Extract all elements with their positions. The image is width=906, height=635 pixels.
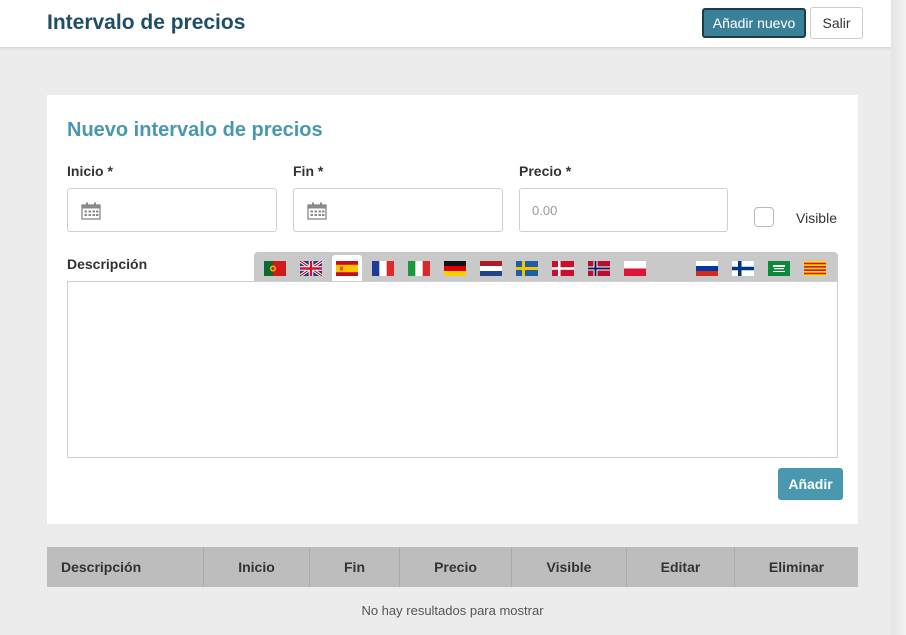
start-label: Inicio * [67,163,113,179]
empty-table-message: No hay resultados para mostrar [361,603,544,618]
top-bar: Intervalo de precios Añadir nuevo Salir [0,0,891,48]
calendar-icon [307,202,327,220]
germany-flag-icon [444,260,466,276]
exit-button[interactable]: Salir [810,7,863,39]
tab-language-es[interactable] [332,255,362,281]
netherlands-flag-icon [480,260,502,276]
column-header-end[interactable]: Fin [310,547,400,587]
denmark-flag-icon [552,260,574,276]
description-textarea[interactable] [67,281,838,458]
column-header-description[interactable]: Descripción [47,547,204,587]
end-label: Fin * [293,163,324,179]
tab-language-ar[interactable] [764,255,794,281]
italy-flag-icon [408,260,430,276]
column-header-edit[interactable]: Editar [627,547,735,587]
tab-language-ca[interactable] [800,255,830,281]
new-price-interval-card: Nuevo intervalo de precios Inicio * Fin … [47,95,858,524]
visible-label: Visible [796,210,837,226]
sweden-flag-icon [516,260,538,276]
portugal-flag-icon [264,260,286,276]
tab-language-en[interactable] [296,255,326,281]
add-new-button[interactable]: Añadir nuevo [702,8,806,38]
price-input[interactable]: 0.00 [519,188,728,232]
catalonia-flag-icon [804,260,826,276]
poland-flag-icon [624,260,646,276]
form-title: Nuevo intervalo de precios [67,119,323,141]
tab-language-pl[interactable] [620,255,650,281]
end-date-input[interactable] [293,188,503,232]
price-label: Precio * [519,163,572,179]
description-label: Descripción [67,256,148,272]
page-title: Intervalo de precios [47,11,246,34]
uk-flag-icon [300,260,322,276]
saudi-arabia-flag-icon [768,260,790,276]
tab-language-de[interactable] [440,255,470,281]
france-flag-icon [372,260,394,276]
tab-language-pt[interactable] [260,255,290,281]
results-table-header: Descripción Inicio Fin Precio Visible Ed… [47,547,858,587]
column-header-price[interactable]: Precio [400,547,512,587]
tab-language-it[interactable] [404,255,434,281]
add-button[interactable]: Añadir [778,468,843,500]
tab-language-nl[interactable] [476,255,506,281]
visible-checkbox[interactable] [754,207,774,227]
spain-flag-icon [336,260,358,276]
scroll-shadow [891,0,906,635]
column-header-delete[interactable]: Eliminar [735,547,858,587]
price-placeholder: 0.00 [532,203,558,218]
start-date-input[interactable] [67,188,277,232]
tab-language-no[interactable] [584,255,614,281]
norway-flag-icon [588,260,610,276]
tab-language-da[interactable] [548,255,578,281]
column-header-visible[interactable]: Visible [512,547,627,587]
tab-language-fi[interactable] [728,255,758,281]
russia-flag-icon [696,260,718,276]
tab-language-ru[interactable] [692,255,722,281]
tab-language-fr[interactable] [368,255,398,281]
column-header-start[interactable]: Inicio [204,547,310,587]
finland-flag-icon [732,260,754,276]
tab-language-sv[interactable] [512,255,542,281]
language-tabs [254,252,838,281]
calendar-icon [81,202,101,220]
